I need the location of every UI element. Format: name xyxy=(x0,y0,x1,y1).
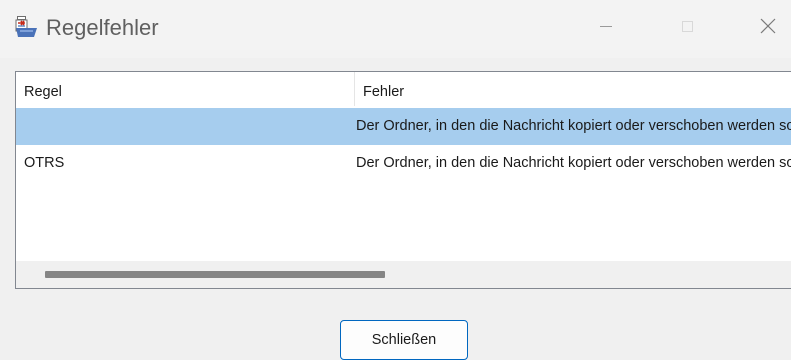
rule-error-list[interactable]: Regel Fehler Der Ordner, in den die Nach… xyxy=(15,71,791,289)
list-header: Regel Fehler xyxy=(16,72,791,106)
column-header-regel[interactable]: Regel xyxy=(16,72,354,106)
maximize-icon xyxy=(679,18,695,39)
regelfehler-dialog: Regelfehler Regel Fehler Der Ordner, in … xyxy=(0,0,791,360)
rules-error-icon xyxy=(14,15,38,39)
close-button[interactable]: Schließen xyxy=(340,320,468,360)
close-icon xyxy=(759,17,777,40)
list-item[interactable]: OTRS Der Ordner, in den die Nachricht ko… xyxy=(16,145,791,182)
column-header-fehler[interactable]: Fehler xyxy=(354,72,791,106)
window-title: Regelfehler xyxy=(46,15,159,40)
minimize-icon xyxy=(598,18,614,39)
fehler-cell: Der Ordner, in den die Nachricht kopiert… xyxy=(356,155,791,171)
close-window-button[interactable] xyxy=(745,10,791,46)
regel-cell xyxy=(24,108,354,145)
title-bar[interactable]: Regelfehler xyxy=(0,0,791,58)
list-item[interactable]: Der Ordner, in den die Nachricht kopiert… xyxy=(16,108,791,145)
regel-cell: OTRS xyxy=(24,155,65,171)
scrollbar-thumb[interactable] xyxy=(45,271,385,278)
maximize-button[interactable] xyxy=(664,10,710,46)
minimize-button[interactable] xyxy=(583,10,629,46)
fehler-cell: Der Ordner, in den die Nachricht kopiert… xyxy=(356,118,791,134)
horizontal-scrollbar[interactable] xyxy=(16,261,791,288)
